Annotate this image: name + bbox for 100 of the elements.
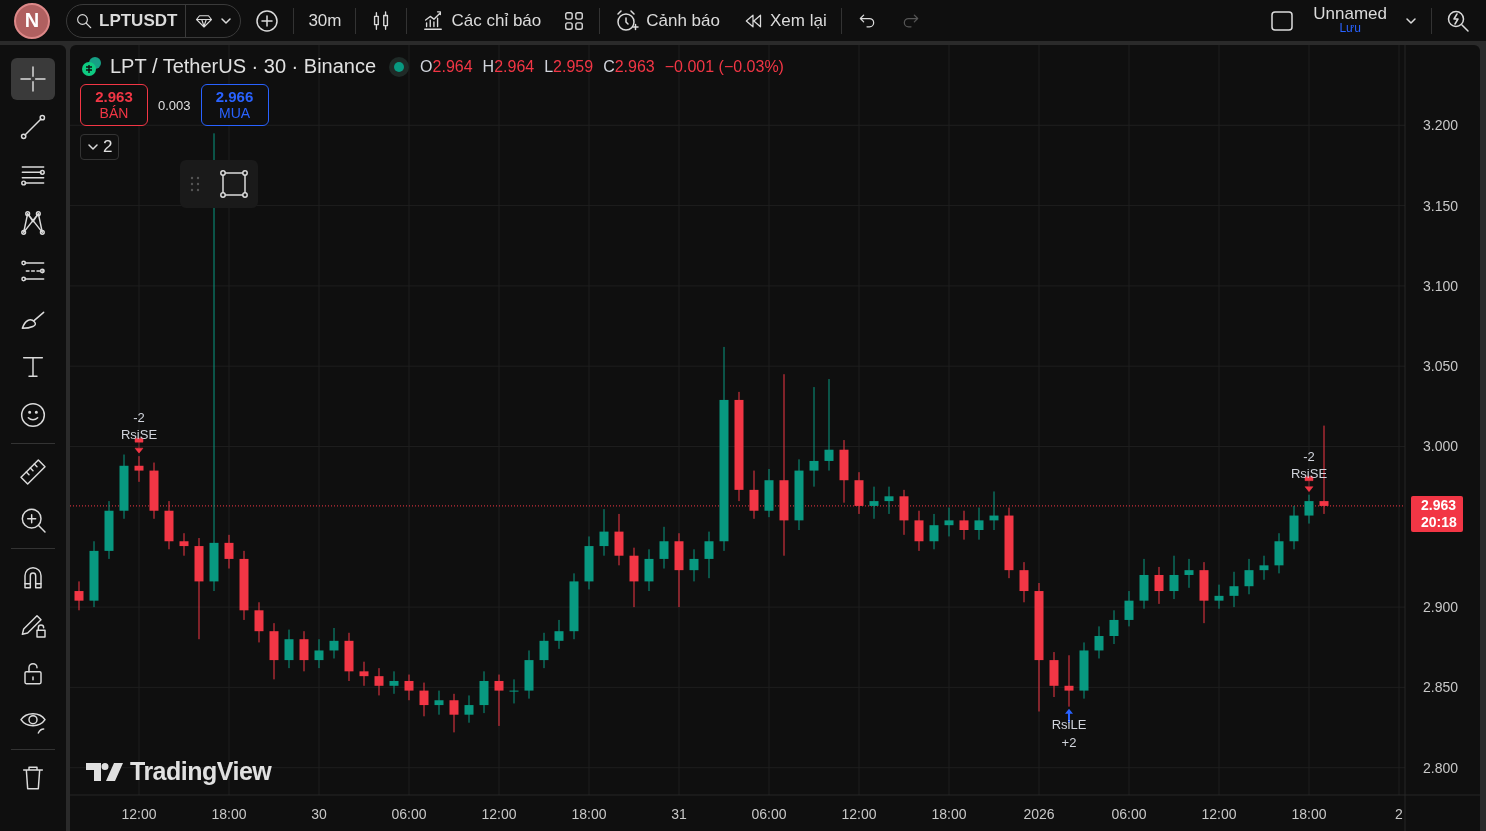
ruler-icon: [17, 456, 49, 488]
user-avatar[interactable]: N: [14, 2, 50, 39]
square-icon: [1269, 8, 1296, 33]
candle: [554, 619, 564, 650]
candle: [464, 694, 474, 724]
candle: [1214, 584, 1224, 610]
price-axis-label: 2.900: [1423, 599, 1459, 616]
candle: [704, 531, 714, 579]
candle: [1109, 609, 1119, 645]
candle: [509, 678, 519, 704]
time-axis-label: 12:00: [481, 806, 517, 822]
signal-label: +2: [1061, 734, 1077, 750]
chart-title[interactable]: LPT / TetherUS · 30 · Binance: [110, 55, 377, 78]
candle: [1199, 561, 1209, 624]
candle: [944, 507, 954, 537]
candle: [1049, 651, 1059, 698]
candle: [599, 508, 609, 557]
candle: [419, 682, 429, 717]
price-axis-label: 3.150: [1423, 197, 1459, 214]
time-axis-label: 06:00: [1111, 806, 1147, 822]
price-axis-label: 3.050: [1423, 358, 1459, 375]
time-axis-label: 06:00: [391, 806, 427, 822]
time-axis-label: 12:00: [121, 806, 157, 822]
candle: [1064, 654, 1074, 708]
candle: [1229, 571, 1239, 608]
rectangle-icon[interactable]: [218, 169, 249, 199]
time-axis-label: 12:00: [1201, 806, 1237, 822]
time-axis-label: 18:00: [931, 806, 967, 822]
sell-signal-arrow-icon: [134, 437, 144, 454]
alerts-button[interactable]: Cảnh báo: [606, 4, 728, 37]
time-axis-label: 12:00: [841, 806, 877, 822]
time-axis-label: 2: [1395, 806, 1403, 822]
candle: [614, 513, 624, 566]
indicators-toggle-button[interactable]: 2: [80, 134, 120, 160]
candle: [404, 674, 414, 701]
candle: [179, 532, 189, 557]
candle: [254, 601, 264, 643]
candle: [869, 486, 879, 520]
candle: [359, 661, 369, 687]
candle: [584, 535, 594, 590]
candle: [494, 674, 504, 727]
candle: [1244, 558, 1254, 595]
candle: [479, 670, 489, 714]
candle: [1139, 558, 1149, 610]
drag-handle-icon[interactable]: [189, 175, 200, 193]
candle: [344, 632, 354, 682]
spread-value: 0.003: [158, 97, 191, 113]
price-axis-label: 2.800: [1423, 759, 1459, 776]
time-axis-label: 18:00: [211, 806, 247, 822]
save-status: Lưu: [1339, 21, 1361, 34]
price-axis-label: 3.000: [1423, 438, 1459, 455]
bar-countdown: 20:18: [1421, 513, 1457, 531]
candle: [1094, 625, 1104, 659]
logo-text: TradingView: [130, 757, 272, 786]
candle: [929, 513, 939, 550]
candle: [1259, 555, 1269, 581]
ohlc-value: H2.964: [482, 57, 535, 76]
sell-button[interactable]: 2.963 BÁN: [80, 84, 148, 126]
logo-icon: [86, 761, 124, 782]
time-axis-label: 18:00: [571, 806, 607, 822]
time-axis-label: 2026: [1023, 806, 1055, 822]
replay-button[interactable]: Xem lại: [734, 4, 835, 37]
buy-button[interactable]: 2.966 MUA: [200, 84, 269, 126]
candle: [1154, 566, 1164, 605]
candle: [1079, 641, 1089, 700]
candle: [239, 550, 249, 621]
candle: [959, 510, 969, 541]
signal-label: -2: [1303, 448, 1315, 464]
candle: [449, 693, 459, 733]
candle: [974, 507, 984, 541]
candle: [989, 490, 999, 531]
candle: [299, 630, 309, 672]
ohlc-value: L2.959: [544, 57, 594, 76]
price-axis-label: 2.850: [1423, 679, 1459, 696]
search-lightning-icon: [1446, 8, 1470, 33]
candle: [1019, 561, 1029, 603]
candle: [914, 510, 924, 552]
candle: [104, 500, 114, 560]
tool-button[interactable]: [11, 58, 55, 100]
candle: [644, 548, 654, 592]
candle: [1124, 590, 1134, 627]
price-axis-label: 3.200: [1423, 117, 1459, 134]
candle: [284, 629, 294, 669]
candle: [374, 667, 384, 696]
candle: [524, 649, 534, 700]
interval-button[interactable]: 30m: [300, 4, 350, 37]
signal-label: RsiSE: [120, 427, 158, 443]
candle: [89, 540, 99, 608]
candle: [1169, 555, 1179, 600]
indicators-button[interactable]: Các chỉ báo: [413, 4, 550, 37]
candle: [269, 622, 279, 680]
candle: [1304, 494, 1314, 525]
last-price: 2.963: [1421, 496, 1457, 514]
layout-name-button[interactable]: Unnamed Lưu: [1309, 4, 1391, 37]
candle: [164, 500, 174, 550]
candle: [839, 439, 849, 504]
candle: [74, 580, 84, 611]
candle: [569, 572, 579, 640]
candle: [1184, 558, 1194, 589]
grid-icon: [563, 9, 586, 32]
